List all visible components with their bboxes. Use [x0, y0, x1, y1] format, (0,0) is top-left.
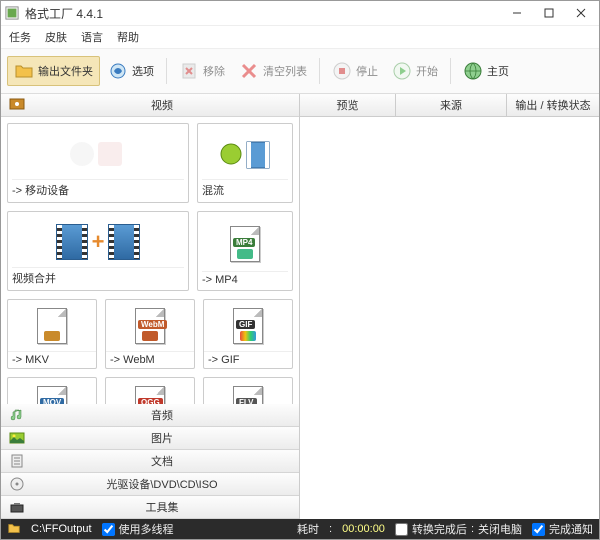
- col-preview[interactable]: 预览: [300, 94, 396, 116]
- card-mobile-label: -> 移动设备: [12, 179, 184, 198]
- right-panel: 预览 来源 输出 / 转换状态: [300, 94, 599, 519]
- menubar: 任务 皮肤 语言 帮助: [1, 26, 599, 48]
- menu-tasks[interactable]: 任务: [9, 29, 31, 45]
- card-mobile-device[interactable]: -> 移动设备: [7, 123, 189, 203]
- category-document[interactable]: 文档: [1, 450, 299, 473]
- col-source[interactable]: 来源: [396, 94, 507, 116]
- multithread-label: 使用多线程: [119, 521, 174, 537]
- card-mkv[interactable]: MKV -> MKV: [7, 299, 97, 369]
- options-icon: [108, 61, 128, 81]
- card-gif[interactable]: GIF -> GIF: [203, 299, 293, 369]
- task-list[interactable]: [300, 117, 599, 519]
- stop-icon: [332, 61, 352, 81]
- category-document-label: 文档: [33, 453, 291, 469]
- remove-button[interactable]: 移除: [173, 57, 231, 85]
- col-status[interactable]: 输出 / 转换状态: [507, 94, 599, 116]
- window-controls: [503, 3, 595, 23]
- close-button[interactable]: [567, 3, 595, 23]
- menu-help[interactable]: 帮助: [117, 29, 139, 45]
- card-video-merge[interactable]: + 视频合并: [7, 211, 189, 291]
- card-flv[interactable]: FLV -> FLV: [203, 377, 293, 404]
- menu-language[interactable]: 语言: [81, 29, 103, 45]
- start-label: 开始: [416, 63, 438, 79]
- category-image-label: 图片: [33, 430, 291, 446]
- window-title: 格式工厂 4.4.1: [25, 5, 503, 22]
- category-image[interactable]: 图片: [1, 427, 299, 450]
- disc-icon: [9, 476, 25, 492]
- after-done-label: 转换完成后: [412, 521, 467, 537]
- multithread-checkbox[interactable]: 使用多线程: [102, 521, 174, 537]
- toolbar-separator: [450, 58, 451, 84]
- toolbar: 输出文件夹 选项 移除 清空列表 停止 开始 主页: [1, 48, 599, 94]
- music-icon: [9, 407, 25, 423]
- toolbar-separator: [166, 58, 167, 84]
- globe-icon: [463, 61, 483, 81]
- output-folder-button[interactable]: 输出文件夹: [7, 56, 100, 86]
- document-icon: [9, 453, 25, 469]
- column-headers: 预览 来源 输出 / 转换状态: [300, 94, 599, 117]
- toolbar-separator: [319, 58, 320, 84]
- video-icon: [9, 96, 25, 115]
- card-webm[interactable]: WebM -> WebM: [105, 299, 195, 369]
- category-disc[interactable]: 光驱设备\DVD\CD\ISO: [1, 473, 299, 496]
- category-toolkit[interactable]: 工具集: [1, 496, 299, 519]
- remove-label: 移除: [203, 63, 225, 79]
- card-merge-label: 视频合并: [12, 267, 184, 286]
- stop-button[interactable]: 停止: [326, 57, 384, 85]
- after-done-value: 关闭电脑: [478, 521, 522, 537]
- options-button[interactable]: 选项: [102, 57, 160, 85]
- image-icon: [9, 430, 25, 446]
- stop-label: 停止: [356, 63, 378, 79]
- output-path[interactable]: C:\FFOutput: [31, 523, 92, 535]
- start-icon: [392, 61, 412, 81]
- remove-icon: [179, 61, 199, 81]
- card-mp4-label: -> MP4: [202, 271, 288, 286]
- notify-label: 完成通知: [549, 521, 593, 537]
- elapsed-value: 00:00:00: [342, 523, 385, 535]
- mux-art: [202, 128, 288, 179]
- homepage-label: 主页: [487, 63, 509, 79]
- category-disc-label: 光驱设备\DVD\CD\ISO: [33, 476, 291, 492]
- clear-list-button[interactable]: 清空列表: [233, 57, 313, 85]
- card-webm-label: -> WebM: [106, 351, 194, 368]
- app-icon: [5, 6, 19, 20]
- elapsed-label: 耗时: [297, 521, 319, 537]
- main-body: 视频 -> 移动设备 混流: [1, 94, 599, 519]
- start-button[interactable]: 开始: [386, 57, 444, 85]
- app-window: 格式工厂 4.4.1 任务 皮肤 语言 帮助 输出文件夹 选项 移除 清空列表: [0, 0, 600, 540]
- mobile-art: [12, 128, 184, 179]
- card-mux-label: 混流: [202, 179, 288, 198]
- card-mux[interactable]: 混流: [197, 123, 293, 203]
- folder-icon: [14, 61, 34, 81]
- minimize-button[interactable]: [503, 3, 531, 23]
- mp4-art: MP4: [202, 216, 288, 271]
- notify-checkbox[interactable]: 完成通知: [532, 521, 593, 537]
- clear-label: 清空列表: [263, 63, 307, 79]
- homepage-button[interactable]: 主页: [457, 57, 515, 85]
- toolbox-icon: [9, 499, 25, 515]
- category-video-header[interactable]: 视频: [1, 94, 299, 117]
- category-audio-label: 音频: [33, 407, 291, 423]
- card-mp4[interactable]: MP4 -> MP4: [197, 211, 293, 291]
- statusbar: C:\FFOutput 使用多线程 耗时: 00:00:00 转换完成后:关闭电…: [1, 519, 599, 539]
- clear-icon: [239, 61, 259, 81]
- output-folder-label: 输出文件夹: [38, 63, 93, 79]
- maximize-button[interactable]: [535, 3, 563, 23]
- card-gif-label: -> GIF: [204, 351, 292, 368]
- category-audio[interactable]: 音频: [1, 404, 299, 427]
- card-ogg[interactable]: OGG -> OGG: [105, 377, 195, 404]
- video-converters-area: -> 移动设备 混流 +: [1, 117, 299, 404]
- after-done-checkbox[interactable]: 转换完成后:关闭电脑: [395, 521, 522, 537]
- category-toolkit-label: 工具集: [33, 499, 291, 515]
- card-mkv-label: -> MKV: [8, 351, 96, 368]
- options-label: 选项: [132, 63, 154, 79]
- folder-small-icon: [7, 521, 21, 538]
- card-mov[interactable]: MOV -> MOV: [7, 377, 97, 404]
- category-video-label: 视频: [33, 97, 291, 113]
- titlebar: 格式工厂 4.4.1: [1, 1, 599, 26]
- left-panel: 视频 -> 移动设备 混流: [1, 94, 300, 519]
- merge-art: +: [12, 216, 184, 267]
- menu-skin[interactable]: 皮肤: [45, 29, 67, 45]
